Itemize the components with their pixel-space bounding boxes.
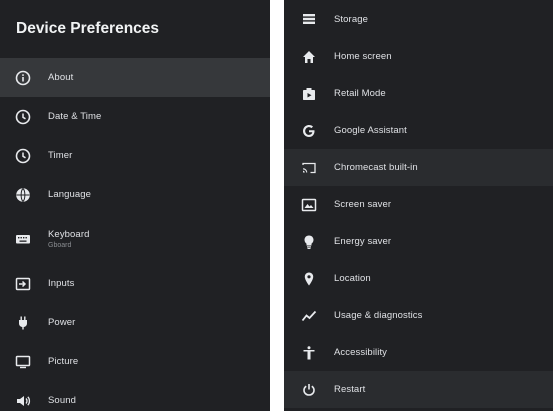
menu-item-label: Energy saver	[334, 236, 392, 247]
accessibility-icon	[300, 344, 318, 362]
speaker-icon	[14, 392, 32, 410]
menu-item-label: Retail Mode	[334, 88, 386, 99]
monitor-icon	[14, 353, 32, 371]
menu-item-restart[interactable]: Restart	[284, 371, 553, 408]
globe-icon	[14, 186, 32, 204]
menu-item-label: Home screen	[334, 51, 392, 62]
menu-item-location[interactable]: Location	[284, 260, 553, 297]
menu-item-label: Storage	[334, 13, 368, 25]
menu-item-label: Location	[334, 273, 371, 284]
device-preferences-panel: Device Preferences About Date & Time Tim…	[0, 0, 270, 411]
diagnostics-icon	[300, 307, 318, 325]
info-icon	[14, 69, 32, 87]
menu-item-label: Screen saver	[334, 199, 392, 210]
clock-icon	[14, 108, 32, 126]
input-icon	[14, 275, 32, 293]
menu-item-date-time[interactable]: Date & Time	[0, 97, 270, 136]
screen-saver-icon	[300, 196, 318, 214]
menu-item-language[interactable]: Language	[0, 175, 270, 214]
menu-item-inputs[interactable]: Inputs	[0, 264, 270, 303]
location-pin-icon	[300, 270, 318, 288]
menu-item-energy-saver[interactable]: Energy saver	[284, 223, 553, 260]
menu-item-label: Chromecast built-in	[334, 162, 418, 173]
menu-item-label: Date & Time	[48, 111, 102, 122]
lightbulb-icon	[300, 233, 318, 251]
power-plug-icon	[14, 314, 32, 332]
google-g-icon	[300, 122, 318, 140]
menu-item-picture[interactable]: Picture	[0, 342, 270, 381]
menu-item-power[interactable]: Power	[0, 303, 270, 342]
menu-item-google-assistant[interactable]: Google Assistant	[284, 112, 553, 149]
menu-item-sound[interactable]: Sound	[0, 381, 270, 411]
menu-item-label: Inputs	[48, 278, 75, 289]
menu-item-storage[interactable]: Storage	[284, 0, 553, 38]
home-icon	[300, 48, 318, 66]
menu-item-sublabel: Gboard	[48, 242, 72, 249]
menu-item-retail-mode[interactable]: Retail Mode	[284, 75, 553, 112]
page-title: Device Preferences	[16, 20, 160, 37]
menu-item-accessibility[interactable]: Accessibility	[284, 334, 553, 371]
menu-item-usage-diagnostics[interactable]: Usage & diagnostics	[284, 297, 553, 334]
menu-item-label: Sound	[48, 395, 76, 406]
menu-item-label: Language	[48, 189, 92, 200]
menu-item-keyboard[interactable]: Keyboard Gboard	[0, 214, 270, 264]
menu-item-label: Google Assistant	[334, 125, 407, 136]
menu-item-text: Keyboard Gboard	[48, 229, 89, 249]
menu-item-screen-saver[interactable]: Screen saver	[284, 186, 553, 223]
menu-item-label: Picture	[48, 356, 79, 367]
menu-item-timer[interactable]: Timer	[0, 136, 270, 175]
keyboard-icon	[14, 230, 32, 248]
cast-icon	[300, 159, 318, 177]
menu-item-about[interactable]: About	[0, 58, 270, 97]
menu-item-label: Restart	[334, 384, 366, 395]
retail-mode-icon	[300, 85, 318, 103]
menu-item-label: About	[48, 72, 74, 83]
menu-item-label: Power	[48, 317, 76, 328]
timer-icon	[14, 147, 32, 165]
menu-item-label: Timer	[48, 150, 73, 161]
menu-item-label: Usage & diagnostics	[334, 310, 423, 321]
restart-icon	[300, 381, 318, 399]
menu-item-home-screen[interactable]: Home screen	[284, 38, 553, 75]
storage-icon	[300, 10, 318, 28]
menu-item-label: Accessibility	[334, 347, 388, 358]
device-preferences-list-continued: Storage Home screen Retail Mode Google A…	[284, 0, 553, 411]
menu-item-chromecast-built-in[interactable]: Chromecast built-in	[284, 149, 553, 186]
menu-item-label: Keyboard	[48, 229, 90, 240]
